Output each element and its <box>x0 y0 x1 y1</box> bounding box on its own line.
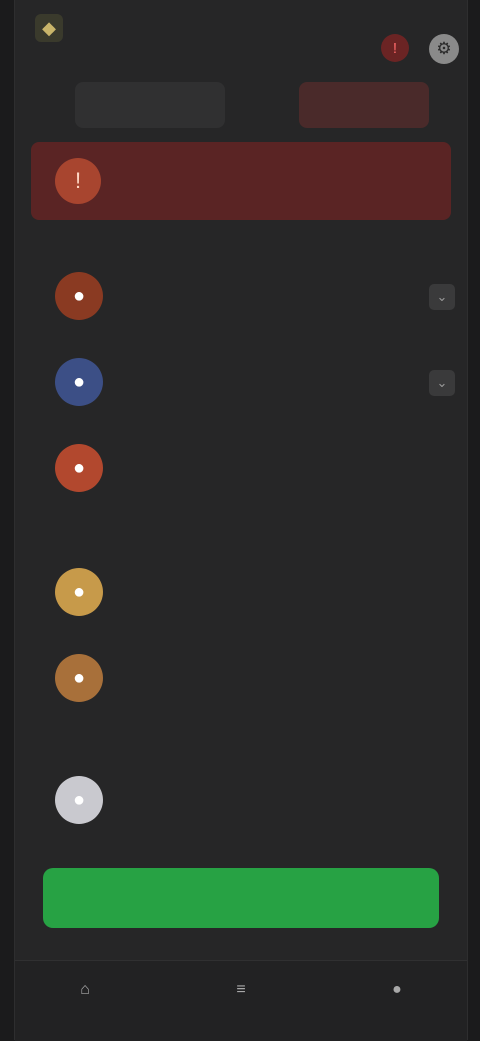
profile-icon: ● <box>392 981 402 998</box>
nav-item-list[interactable]: ≡ <box>191 981 291 1021</box>
bottom-nav: ⌂ ≡ ● <box>15 960 467 1041</box>
chevron-down-icon[interactable]: ⌄ <box>429 284 455 310</box>
avatar: ● <box>55 776 103 824</box>
avatar: ● <box>55 358 103 406</box>
primary-action-button[interactable] <box>43 868 439 928</box>
list-item[interactable]: ● <box>31 554 451 632</box>
alert-banner[interactable]: ! <box>31 142 451 220</box>
avatar: ● <box>55 654 103 702</box>
avatar: ● <box>55 272 103 320</box>
tab-second[interactable] <box>299 82 429 128</box>
nav-item-home[interactable]: ⌂ <box>35 981 135 1021</box>
top-bar: ◆ ! ⚙ <box>15 0 467 80</box>
chevron-down-icon[interactable]: ⌄ <box>429 370 455 396</box>
app-logo-icon: ◆ <box>35 14 63 42</box>
avatar: ● <box>55 568 103 616</box>
list-item[interactable]: ● <box>31 762 451 840</box>
tab-bar <box>31 82 451 132</box>
avatar: ● <box>55 444 103 492</box>
warning-icon: ! <box>55 158 101 204</box>
nav-item-profile[interactable]: ● <box>347 981 447 1021</box>
list-item[interactable]: ● <box>31 430 451 508</box>
list-item[interactable]: ● <box>31 640 451 718</box>
tab-first[interactable] <box>75 82 225 128</box>
gear-icon[interactable]: ⚙ <box>429 34 459 64</box>
page-title <box>127 38 377 62</box>
app-frame: ◆ ! ⚙ ! ● ⌄ ● ⌄ ● ● ● ● ⌂ ≡ ● <box>14 0 468 1041</box>
home-icon: ⌂ <box>80 981 90 998</box>
list-icon: ≡ <box>236 981 246 998</box>
list-item[interactable]: ● ⌄ <box>31 344 455 422</box>
alert-icon[interactable]: ! <box>381 34 409 62</box>
list-item[interactable]: ● ⌄ <box>31 258 455 336</box>
